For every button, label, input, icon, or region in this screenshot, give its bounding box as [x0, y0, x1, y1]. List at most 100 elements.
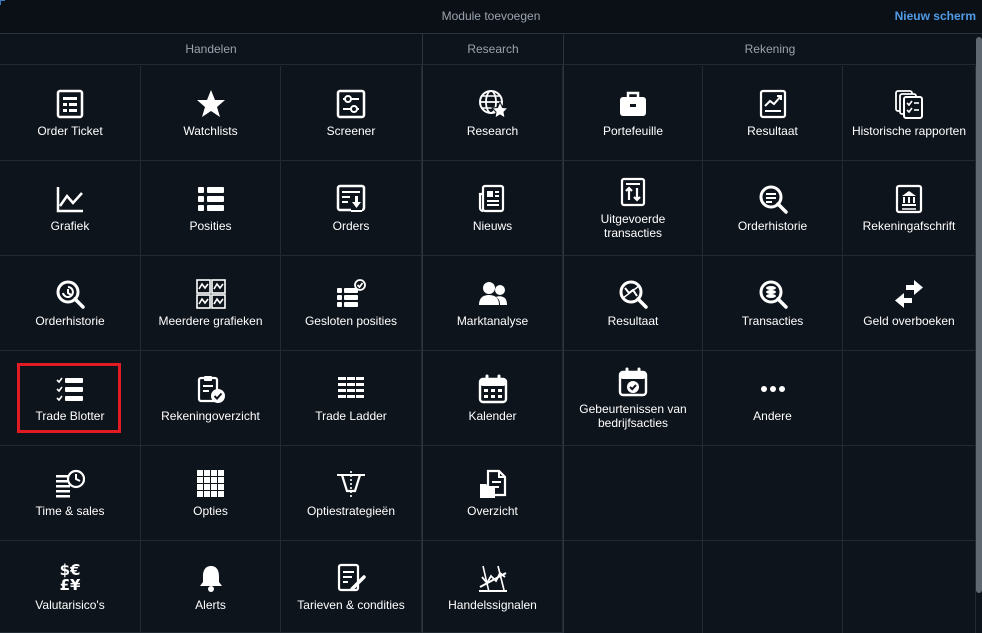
tile-resultaat[interactable]: Resultaat — [703, 66, 843, 161]
tile-label: Alerts — [195, 597, 226, 612]
tile-label: Screener — [326, 124, 376, 138]
briefcase-icon — [617, 88, 649, 120]
screener-icon — [335, 88, 367, 120]
tile-orderhistorie-rekening[interactable]: Orderhistorie — [703, 161, 843, 256]
tile-geld-overboeken[interactable]: Geld overboeken — [843, 256, 976, 351]
tile-tarieven[interactable]: Tarieven & condities — [281, 541, 422, 633]
reports-stack-icon — [893, 88, 925, 120]
transactions-search-icon — [757, 278, 789, 310]
tile-meerdere-grafieken[interactable]: Meerdere grafieken — [141, 256, 281, 351]
tile-transacties[interactable]: Transacties — [703, 256, 843, 351]
tile-label: Resultaat — [607, 314, 659, 328]
tile-uitgevoerde-transacties[interactable]: Uitgevoerde transacties — [564, 161, 703, 256]
tile-label: Transacties — [741, 314, 804, 328]
tile-label: Nieuws — [472, 219, 513, 233]
tile-time-sales[interactable]: Time & sales — [0, 446, 141, 541]
trade-ladder-icon — [335, 373, 367, 405]
tile-overzicht[interactable]: Overzicht — [423, 446, 563, 541]
scrollbar-thumb[interactable] — [976, 37, 982, 593]
empty-cell — [843, 541, 976, 633]
result-chart-icon — [757, 88, 789, 120]
tile-historische-rapporten[interactable]: Historische rapporten — [843, 66, 976, 161]
tile-handelssignalen[interactable]: Handelssignalen — [423, 541, 563, 633]
orders-icon — [335, 183, 367, 215]
tile-research[interactable]: Research — [423, 66, 563, 161]
line-chart-icon — [54, 183, 86, 215]
users-icon — [477, 278, 509, 310]
list-icon — [195, 183, 227, 215]
tile-alerts[interactable]: Alerts — [141, 541, 281, 633]
tile-label: Grafiek — [50, 219, 90, 233]
folder-document-icon — [477, 468, 509, 500]
tile-marktanalyse[interactable]: Marktanalyse — [423, 256, 563, 351]
tile-label: Orderhistorie — [35, 314, 105, 328]
tile-valutarisico[interactable]: $€ £¥ Valutarisico's — [0, 541, 141, 633]
section-handelen: Handelen — [0, 34, 422, 65]
transfer-arrows-icon — [893, 278, 925, 310]
new-screen-button[interactable]: Nieuw scherm — [895, 0, 976, 33]
tile-label: Valutarisico's — [35, 597, 105, 612]
order-history-icon — [54, 278, 86, 310]
tile-label: Research — [466, 124, 519, 138]
tile-label: Resultaat — [747, 124, 798, 138]
tile-gesloten-posities[interactable]: Gesloten posities — [281, 256, 422, 351]
result-search-icon — [617, 278, 649, 310]
trading-signals-icon — [477, 562, 509, 594]
tile-order-ticket[interactable]: Order Ticket — [0, 66, 141, 161]
empty-cell — [703, 446, 843, 541]
more-dots-icon — [757, 373, 789, 405]
currency-icon: $€ £¥ — [54, 562, 86, 594]
tile-trade-blotter[interactable]: Trade Blotter — [0, 351, 141, 446]
tile-resultaat-2[interactable]: Resultaat — [564, 256, 703, 351]
tile-orders[interactable]: Orders — [281, 161, 422, 256]
tile-gebeurtenissen[interactable]: Gebeurtenissen van bedrijfsacties — [564, 351, 703, 446]
tile-label: Tarieven & condities — [297, 597, 405, 612]
tile-label: Order Ticket — [37, 124, 103, 138]
tile-label: Marktanalyse — [456, 314, 529, 328]
tile-nieuws[interactable]: Nieuws — [423, 161, 563, 256]
scrollbar[interactable] — [976, 34, 982, 633]
calendar-check-icon — [617, 366, 649, 398]
tile-label: Gebeurtenissen van bedrijfsacties — [579, 402, 687, 430]
tile-label: Time & sales — [35, 504, 105, 518]
currency-symbols-bottom: £¥ — [59, 575, 81, 594]
tile-portefeuille[interactable]: Portefeuille — [564, 66, 703, 161]
tile-rekeningafschrift[interactable]: Rekeningafschrift — [843, 161, 976, 256]
tile-label: Trade Blotter — [35, 409, 105, 423]
bell-icon — [195, 562, 227, 594]
closed-positions-icon — [335, 278, 367, 310]
trade-blotter-icon — [54, 373, 86, 405]
grid-icon — [195, 468, 227, 500]
tile-orderhistorie[interactable]: Orderhistorie — [0, 256, 141, 351]
tile-rekeningoverzicht[interactable]: Rekeningoverzicht — [141, 351, 281, 446]
tile-screener[interactable]: Screener — [281, 66, 422, 161]
tile-opties[interactable]: Opties — [141, 446, 281, 541]
tile-label: Handelssignalen — [448, 597, 537, 612]
option-strategy-icon — [335, 468, 367, 500]
calendar-icon — [477, 373, 509, 405]
dialog-header: Module toevoegen Nieuw scherm — [0, 0, 982, 34]
empty-cell — [703, 541, 843, 633]
tile-label: Geld overboeken — [863, 314, 955, 328]
tile-label: Meerdere grafieken — [158, 314, 263, 328]
tile-kalender[interactable]: Kalender — [423, 351, 563, 446]
executed-trades-icon — [617, 176, 649, 208]
tile-trade-ladder[interactable]: Trade Ladder — [281, 351, 422, 446]
star-icon — [195, 88, 227, 120]
tile-label: Posities — [189, 219, 232, 233]
tile-label: Gesloten posities — [304, 314, 398, 328]
bank-statement-icon — [893, 183, 925, 215]
tile-optiestrategieen[interactable]: Optiestrategieën — [281, 446, 422, 541]
tile-grafiek[interactable]: Grafiek — [0, 161, 141, 256]
tile-label: Kalender — [468, 409, 517, 423]
section-rekening: Rekening — [564, 34, 976, 65]
tile-posities[interactable]: Posities — [141, 161, 281, 256]
tile-label: Orderhistorie — [737, 219, 808, 233]
empty-cell — [564, 541, 703, 633]
tile-andere[interactable]: Andere — [703, 351, 843, 446]
tile-label: Orders — [332, 219, 370, 233]
order-history-search-icon — [757, 183, 789, 215]
multi-chart-icon — [195, 278, 227, 310]
tile-watchlists[interactable]: Watchlists — [141, 66, 281, 161]
tile-label: Historische rapporten — [851, 124, 967, 138]
